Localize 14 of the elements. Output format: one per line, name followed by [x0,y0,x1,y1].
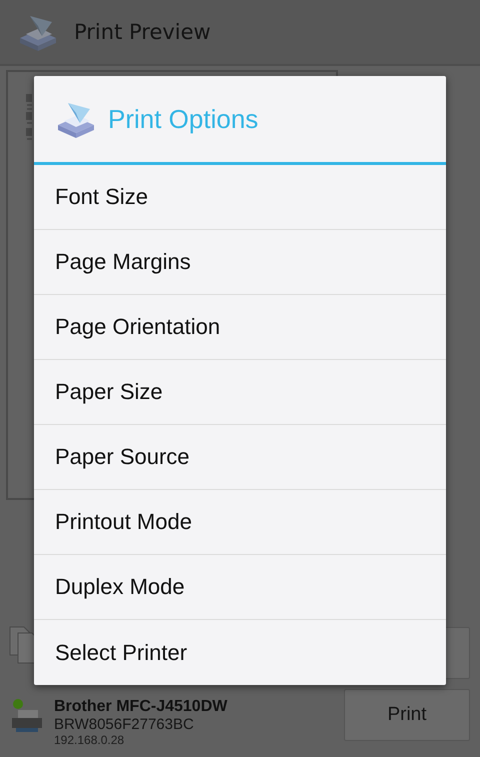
option-item[interactable]: Select Printer [34,620,446,685]
option-item[interactable]: Page Margins [34,230,446,295]
printer-name: Brother MFC-J4510DW [54,698,228,716]
option-item[interactable]: Font Size [34,165,446,230]
app-title: Print Preview [74,20,211,44]
option-item[interactable]: Printout Mode [34,490,446,555]
document-thumbnail-drawing [26,94,32,140]
option-item[interactable]: Page Orientation [34,295,446,360]
option-item[interactable]: Duplex Mode [34,555,446,620]
option-item[interactable]: Paper Source [34,425,446,490]
dialog-title: Print Options [108,104,258,134]
option-item[interactable]: Paper Size [34,360,446,425]
printer-address: 192.168.0.28 [54,733,126,747]
printer-id: BRW8056F27763BC [54,716,195,733]
